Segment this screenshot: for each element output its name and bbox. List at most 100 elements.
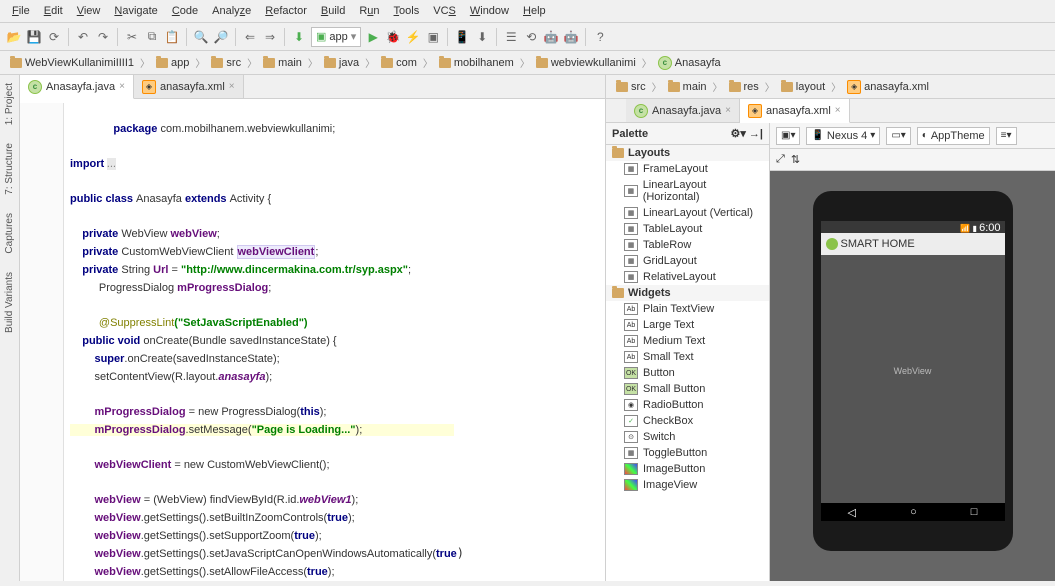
replace-icon[interactable]: 🔎 xyxy=(213,29,229,45)
breadcrumb-item[interactable]: cAnasayfa xyxy=(654,55,725,71)
close-tab-icon[interactable]: × xyxy=(119,81,125,92)
palette-item[interactable]: ▦TableLayout xyxy=(606,221,769,237)
menu-code[interactable]: Code xyxy=(166,3,204,19)
make-icon[interactable]: ⬇ xyxy=(291,29,307,45)
palette-gear-icon[interactable]: ⚙▾ xyxy=(730,128,745,140)
design-view-toggle[interactable]: ▣▾ xyxy=(776,127,800,145)
close-tab-icon[interactable]: × xyxy=(835,105,841,116)
close-tab-icon[interactable]: × xyxy=(229,81,235,92)
device-selector[interactable]: 📱 Nexus 4▾ xyxy=(806,127,880,145)
palette-item[interactable]: OKButton xyxy=(606,365,769,381)
breadcrumb-item[interactable]: ◈anasayfa.xml xyxy=(843,79,933,95)
palette-item[interactable]: ▦ToggleButton xyxy=(606,445,769,461)
attach-icon[interactable]: ⚡ xyxy=(405,29,421,45)
palette-item[interactable]: ⊙Switch xyxy=(606,429,769,445)
menu-vcs[interactable]: VCS xyxy=(427,3,462,19)
structure-icon[interactable]: ☰ xyxy=(503,29,519,45)
editor-tab[interactable]: ◈anasayfa.xml× xyxy=(740,99,850,123)
palette-item[interactable]: ◉RadioButton xyxy=(606,397,769,413)
cut-icon[interactable]: ✂ xyxy=(124,29,140,45)
tool-structure[interactable]: 7: Structure xyxy=(4,139,15,199)
sync-gradle-icon[interactable]: ⟲ xyxy=(523,29,539,45)
breadcrumb-item[interactable]: main xyxy=(259,56,306,70)
palette-item[interactable]: OKSmall Button xyxy=(606,381,769,397)
forward-icon[interactable]: ⇒ xyxy=(262,29,278,45)
menu-refactor[interactable]: Refactor xyxy=(259,3,313,19)
device-screen[interactable]: 📶 ▮ 6:00 SMART HOME WebView ◁○□ xyxy=(821,221,1005,521)
zoom-actual-icon[interactable]: ⇅ xyxy=(791,153,800,166)
breadcrumb-item[interactable]: mobilhanem xyxy=(435,56,518,70)
palette-group[interactable]: Layouts xyxy=(606,145,769,161)
palette-item[interactable]: AbSmall Text xyxy=(606,349,769,365)
menu-tools[interactable]: Tools xyxy=(388,3,426,19)
breadcrumb-item[interactable]: layout xyxy=(777,80,829,94)
editor-tab[interactable]: cAnasayfa.java× xyxy=(626,99,740,122)
palette-collapse-icon[interactable]: →| xyxy=(749,128,763,140)
breadcrumb-item[interactable]: webviewkullanimi xyxy=(532,56,640,70)
breadcrumb-item[interactable]: WebViewKullanimiIIII1 xyxy=(6,56,138,70)
palette-item[interactable]: ✓CheckBox xyxy=(606,413,769,429)
breadcrumb-item[interactable]: app xyxy=(152,56,193,70)
back-icon[interactable]: ⇐ xyxy=(242,29,258,45)
palette-item[interactable]: AbMedium Text xyxy=(606,333,769,349)
palette-item[interactable]: ▦FrameLayout xyxy=(606,161,769,177)
debug-icon[interactable]: 🐞 xyxy=(385,29,401,45)
stop-icon[interactable]: ▣ xyxy=(425,29,441,45)
orientation-selector[interactable]: ▭▾ xyxy=(886,127,910,145)
undo-icon[interactable]: ↶ xyxy=(75,29,91,45)
palette-item[interactable]: ImageView xyxy=(606,477,769,493)
breadcrumb-item[interactable]: main xyxy=(664,80,711,94)
sdk-icon[interactable]: ⬇ xyxy=(474,29,490,45)
android-icon2[interactable]: 🤖 xyxy=(563,29,579,45)
palette-item[interactable]: ▦TableRow xyxy=(606,237,769,253)
help-icon[interactable]: ? xyxy=(592,29,608,45)
menu-build[interactable]: Build xyxy=(315,3,351,19)
palette-item[interactable]: AbPlain TextView xyxy=(606,301,769,317)
menu-help[interactable]: Help xyxy=(517,3,552,19)
palette-item[interactable]: ▦RelativeLayout xyxy=(606,269,769,285)
android-icon[interactable]: 🤖 xyxy=(543,29,559,45)
run-config-selector[interactable]: ▣ app ▾ xyxy=(311,27,361,47)
palette-item[interactable]: AbLarge Text xyxy=(606,317,769,333)
right-editor-tabs: cAnasayfa.java×◈anasayfa.xml× xyxy=(606,99,1055,123)
editor-tab[interactable]: cAnasayfa.java× xyxy=(20,75,134,99)
menu-file[interactable]: File xyxy=(6,3,36,19)
breadcrumb-item[interactable]: src xyxy=(612,80,650,94)
avd-icon[interactable]: 📱 xyxy=(454,29,470,45)
copy-icon[interactable]: ⧉ xyxy=(144,29,160,45)
palette-item[interactable]: ImageButton xyxy=(606,461,769,477)
find-icon[interactable]: 🔍 xyxy=(193,29,209,45)
redo-icon[interactable]: ↷ xyxy=(95,29,111,45)
menu-run[interactable]: Run xyxy=(353,3,385,19)
menu-view[interactable]: View xyxy=(71,3,107,19)
tool-project[interactable]: 1: Project xyxy=(4,79,15,129)
palette-item[interactable]: ▦GridLayout xyxy=(606,253,769,269)
breadcrumb-item[interactable]: src xyxy=(207,56,245,70)
breadcrumb-item[interactable]: com xyxy=(377,56,421,70)
tool-captures[interactable]: Captures xyxy=(4,209,15,258)
gutter xyxy=(20,103,64,581)
save-icon[interactable]: 💾 xyxy=(26,29,42,45)
menu-navigate[interactable]: Navigate xyxy=(108,3,163,19)
close-tab-icon[interactable]: × xyxy=(725,105,731,116)
editor-tab[interactable]: ◈anasayfa.xml× xyxy=(134,75,244,98)
layout-designer: ▣▾ 📱 Nexus 4▾ ▭▾ ◐ AppTheme ≡▾ ⤢ ⇅ 📶 ▮ 6… xyxy=(770,123,1055,581)
paste-icon[interactable]: 📋 xyxy=(164,29,180,45)
run-icon[interactable]: ▶ xyxy=(365,29,381,45)
palette-panel: Palette ⚙▾ →| Layouts▦FrameLayout▦Linear… xyxy=(606,123,770,581)
palette-group[interactable]: Widgets xyxy=(606,285,769,301)
zoom-fit-icon[interactable]: ⤢ xyxy=(776,153,785,166)
menu-analyze[interactable]: Analyze xyxy=(206,3,257,19)
sync-icon[interactable]: ⟳ xyxy=(46,29,62,45)
theme-selector[interactable]: ◐ AppTheme xyxy=(917,127,990,145)
palette-item[interactable]: ▦LinearLayout (Vertical) xyxy=(606,205,769,221)
palette-item[interactable]: ▦LinearLayout (Horizontal) xyxy=(606,177,769,205)
open-icon[interactable]: 📂 xyxy=(6,29,22,45)
code-editor[interactable]: package com.mobilhanem.webviewkullanimi;… xyxy=(20,99,605,581)
tool-build-variants[interactable]: Build Variants xyxy=(4,268,15,337)
menu-edit[interactable]: Edit xyxy=(38,3,69,19)
breadcrumb-item[interactable]: res xyxy=(725,80,763,94)
breadcrumb-item[interactable]: java xyxy=(320,56,363,70)
more-selector[interactable]: ≡▾ xyxy=(996,127,1017,145)
menu-window[interactable]: Window xyxy=(464,3,515,19)
